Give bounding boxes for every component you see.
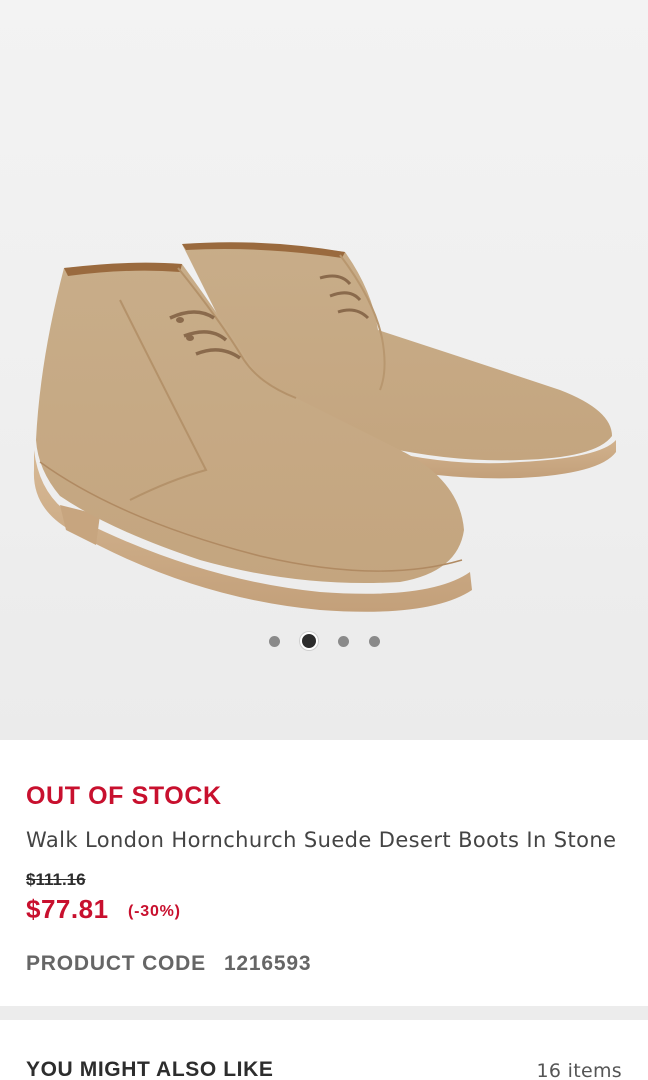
stock-status: OUT OF STOCK	[26, 782, 222, 810]
product-title: Walk London Hornchurch Suede Desert Boot…	[26, 828, 617, 852]
original-price: $111.16	[26, 870, 86, 889]
product-info: OUT OF STOCK Walk London Hornchurch Sued…	[0, 740, 648, 1006]
gallery-pagination	[0, 632, 648, 650]
recommendations-section[interactable]: YOU MIGHT ALSO LIKE 16 items	[0, 1020, 648, 1080]
recommendations-title: YOU MIGHT ALSO LIKE	[26, 1058, 274, 1080]
gallery-dot-4[interactable]	[368, 635, 380, 647]
recommendations-count: 16 items	[536, 1060, 622, 1080]
sale-price: $77.81	[26, 894, 109, 924]
product-image-gallery[interactable]	[0, 0, 648, 740]
gallery-dot-2-active[interactable]	[299, 632, 318, 650]
gallery-dot-3[interactable]	[337, 635, 349, 647]
product-image	[33, 242, 616, 612]
gallery-dot-1[interactable]	[268, 635, 280, 647]
discount-badge: (-30%)	[128, 903, 181, 920]
product-code: PRODUCT CODE 1216593	[26, 952, 311, 976]
product-code-value: 1216593	[223, 952, 312, 975]
product-code-label: PRODUCT CODE	[26, 952, 206, 975]
